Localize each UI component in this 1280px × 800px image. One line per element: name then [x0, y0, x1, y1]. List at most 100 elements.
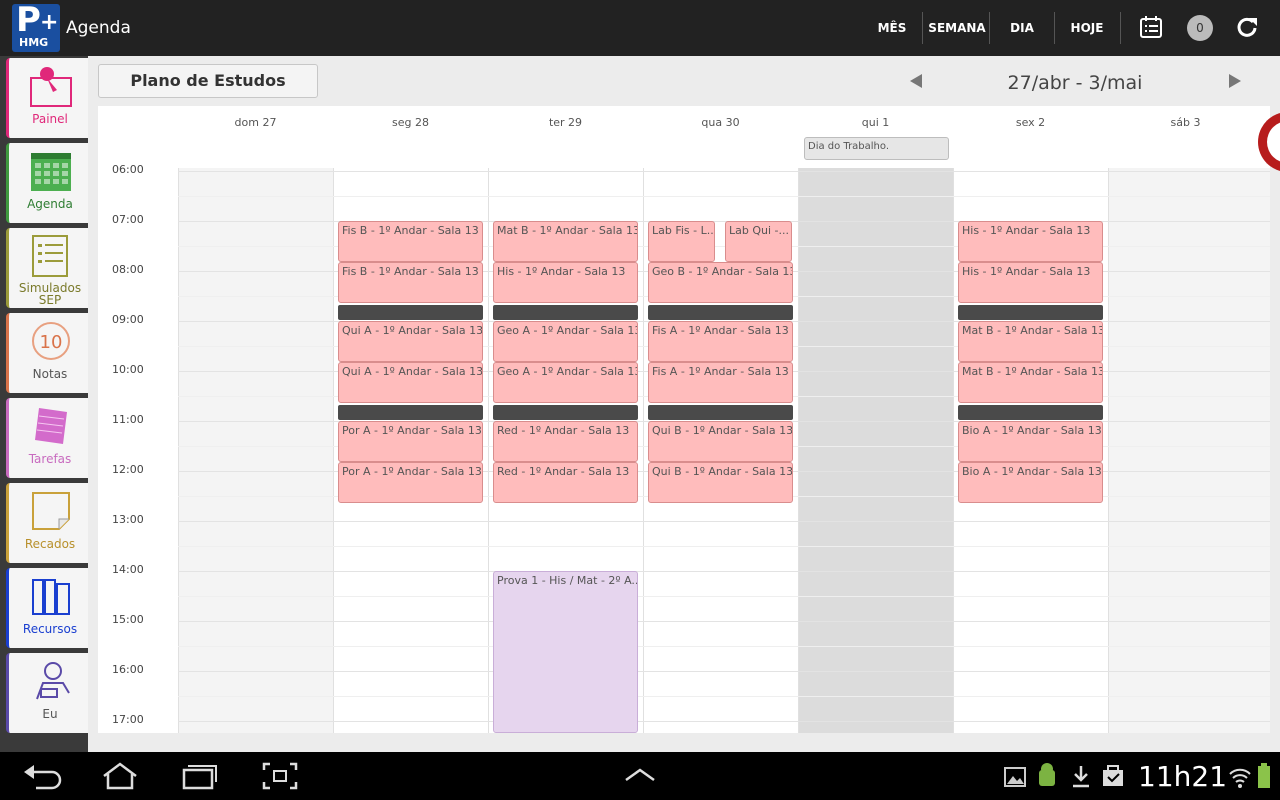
- class-event[interactable]: His - 1º Andar - Sala 13: [958, 221, 1103, 262]
- back-icon[interactable]: [22, 762, 62, 790]
- allday-event[interactable]: Dia do Trabalho.: [804, 137, 949, 160]
- class-event[interactable]: Bio A - 1º Andar - Sala 13: [958, 421, 1103, 462]
- hour-label: 13:00: [112, 513, 144, 526]
- app-logo[interactable]: P + HMG: [12, 4, 60, 52]
- hour-label: 14:00: [112, 563, 144, 576]
- system-navigation-bar: 11h21: [0, 752, 1280, 800]
- class-event[interactable]: Por A - 1º Andar - Sala 13: [338, 421, 483, 462]
- class-event[interactable]: Fis A - 1º Andar - Sala 13: [648, 362, 793, 403]
- chevron-up-icon[interactable]: [620, 762, 660, 790]
- class-event[interactable]: Qui B - 1º Andar - Sala 13: [648, 462, 793, 503]
- checklist-icon: [32, 235, 68, 277]
- break-block[interactable]: [493, 405, 638, 420]
- month-view-button[interactable]: MÊS: [870, 14, 914, 42]
- day-header: dom 27: [234, 116, 277, 129]
- class-event[interactable]: Geo A - 1º Andar - Sala 13: [493, 321, 638, 362]
- sidebar-item-label: Notas: [32, 367, 68, 381]
- nav-divider: [989, 12, 990, 44]
- main-content: Plano de Estudos 27/abr - 3/mai dom 27 s…: [88, 56, 1280, 752]
- class-event[interactable]: Red - 1º Andar - Sala 13: [493, 462, 638, 503]
- sidebar-item-simulados[interactable]: Simulados SEP: [6, 228, 88, 308]
- half-hour-line: [178, 596, 1270, 597]
- class-event[interactable]: Fis A - 1º Andar - Sala 13: [648, 321, 793, 362]
- half-hour-line: [178, 696, 1270, 697]
- battery-icon: [1258, 763, 1270, 788]
- day-column-qui-holiday[interactable]: [798, 168, 953, 733]
- class-event[interactable]: Mat B - 1º Andar - Sala 13: [493, 221, 638, 262]
- sidebar-item-recados[interactable]: Recados: [6, 483, 88, 563]
- class-event[interactable]: Mat B - 1º Andar - Sala 13: [958, 362, 1103, 403]
- class-event[interactable]: Fis B - 1º Andar - Sala 13: [338, 221, 483, 262]
- next-week-arrow[interactable]: [1229, 74, 1241, 88]
- class-event[interactable]: Qui A - 1º Andar - Sala 13: [338, 321, 483, 362]
- hour-label: 15:00: [112, 613, 144, 626]
- day-header: qua 30: [701, 116, 740, 129]
- previous-week-arrow[interactable]: [910, 74, 922, 88]
- day-header: ter 29: [548, 116, 583, 129]
- break-block[interactable]: [338, 305, 483, 320]
- sidebar-item-label: Recursos: [22, 622, 78, 636]
- break-block[interactable]: [648, 305, 793, 320]
- pushpin-icon: [30, 67, 72, 107]
- break-block[interactable]: [648, 405, 793, 420]
- week-calendar: dom 27 seg 28 ter 29 qua 30 qui 1 sex 2 …: [98, 106, 1270, 733]
- home-icon[interactable]: [100, 762, 140, 790]
- break-block[interactable]: [958, 305, 1103, 320]
- class-event[interactable]: Fis B - 1º Andar - Sala 13: [338, 262, 483, 303]
- day-header: sex 2: [1015, 116, 1046, 129]
- nav-divider: [1054, 12, 1055, 44]
- sidebar-item-label: Tarefas: [28, 452, 72, 466]
- break-block[interactable]: [493, 305, 638, 320]
- notification-badge[interactable]: 0: [1187, 15, 1213, 41]
- recent-apps-icon[interactable]: [180, 762, 220, 790]
- sidebar-item-label: Recados: [24, 537, 76, 551]
- sidebar-item-notas[interactable]: 10 Notas: [6, 313, 88, 393]
- hour-label: 11:00: [112, 413, 144, 426]
- sidebar-item-agenda[interactable]: Agenda: [6, 143, 88, 223]
- class-event[interactable]: Geo A - 1º Andar - Sala 13: [493, 362, 638, 403]
- class-event[interactable]: Red - 1º Andar - Sala 13: [493, 421, 638, 462]
- class-event[interactable]: Mat B - 1º Andar - Sala 13: [958, 321, 1103, 362]
- bag-check-icon[interactable]: [1098, 762, 1128, 790]
- class-event[interactable]: His - 1º Andar - Sala 13: [493, 262, 638, 303]
- day-column-dom[interactable]: [178, 168, 333, 733]
- action-bar: P + HMG Agenda MÊS SEMANA DIA HOJE 0: [0, 0, 1280, 56]
- break-block[interactable]: [338, 405, 483, 420]
- sticky-note-icon: [32, 492, 70, 530]
- day-column-sab[interactable]: [1108, 168, 1270, 733]
- hour-label: 10:00: [112, 363, 144, 376]
- exam-event[interactable]: Prova 1 - His / Mat - 2º A...: [493, 571, 638, 733]
- sidebar-item-tarefas[interactable]: Tarefas: [6, 398, 88, 478]
- class-event[interactable]: Lab Qui -...: [725, 221, 792, 262]
- hour-label: 17:00: [112, 713, 144, 726]
- grade-ten-icon: 10: [32, 322, 70, 360]
- sidebar-item-painel[interactable]: Painel: [6, 58, 88, 138]
- sidebar: Painel Agenda Simulados SEP 10 Notas Tar…: [0, 56, 88, 752]
- today-button[interactable]: HOJE: [1064, 14, 1110, 42]
- refresh-icon[interactable]: [1236, 16, 1258, 38]
- android-notification-icon[interactable]: [1032, 762, 1062, 790]
- calendar-list-icon[interactable]: [1140, 16, 1162, 38]
- class-event[interactable]: Qui A - 1º Andar - Sala 13: [338, 362, 483, 403]
- week-view-button[interactable]: SEMANA: [928, 14, 986, 42]
- class-event[interactable]: Bio A - 1º Andar - Sala 13: [958, 462, 1103, 503]
- sidebar-item-eu[interactable]: Eu: [6, 653, 88, 733]
- screenshot-icon[interactable]: [260, 762, 300, 790]
- student-icon: [36, 662, 70, 700]
- break-block[interactable]: [958, 405, 1103, 420]
- sidebar-item-label: Agenda: [27, 197, 73, 211]
- plano-de-estudos-button[interactable]: Plano de Estudos: [98, 64, 318, 98]
- hour-label: 09:00: [112, 313, 144, 326]
- sidebar-item-label: Painel: [32, 112, 68, 126]
- download-icon[interactable]: [1066, 762, 1096, 790]
- class-event[interactable]: Por A - 1º Andar - Sala 13: [338, 462, 483, 503]
- class-event[interactable]: Lab Fis - L...: [648, 221, 715, 262]
- calendar-grid-icon: [31, 153, 71, 191]
- class-event[interactable]: His - 1º Andar - Sala 13: [958, 262, 1103, 303]
- class-event[interactable]: Geo B - 1º Andar - Sala 13: [648, 262, 793, 303]
- class-event[interactable]: Qui B - 1º Andar - Sala 13: [648, 421, 793, 462]
- sidebar-item-label: Simulados SEP: [18, 281, 82, 307]
- gallery-notification-icon[interactable]: [1000, 762, 1030, 790]
- day-view-button[interactable]: DIA: [1002, 14, 1042, 42]
- sidebar-item-recursos[interactable]: Recursos: [6, 568, 88, 648]
